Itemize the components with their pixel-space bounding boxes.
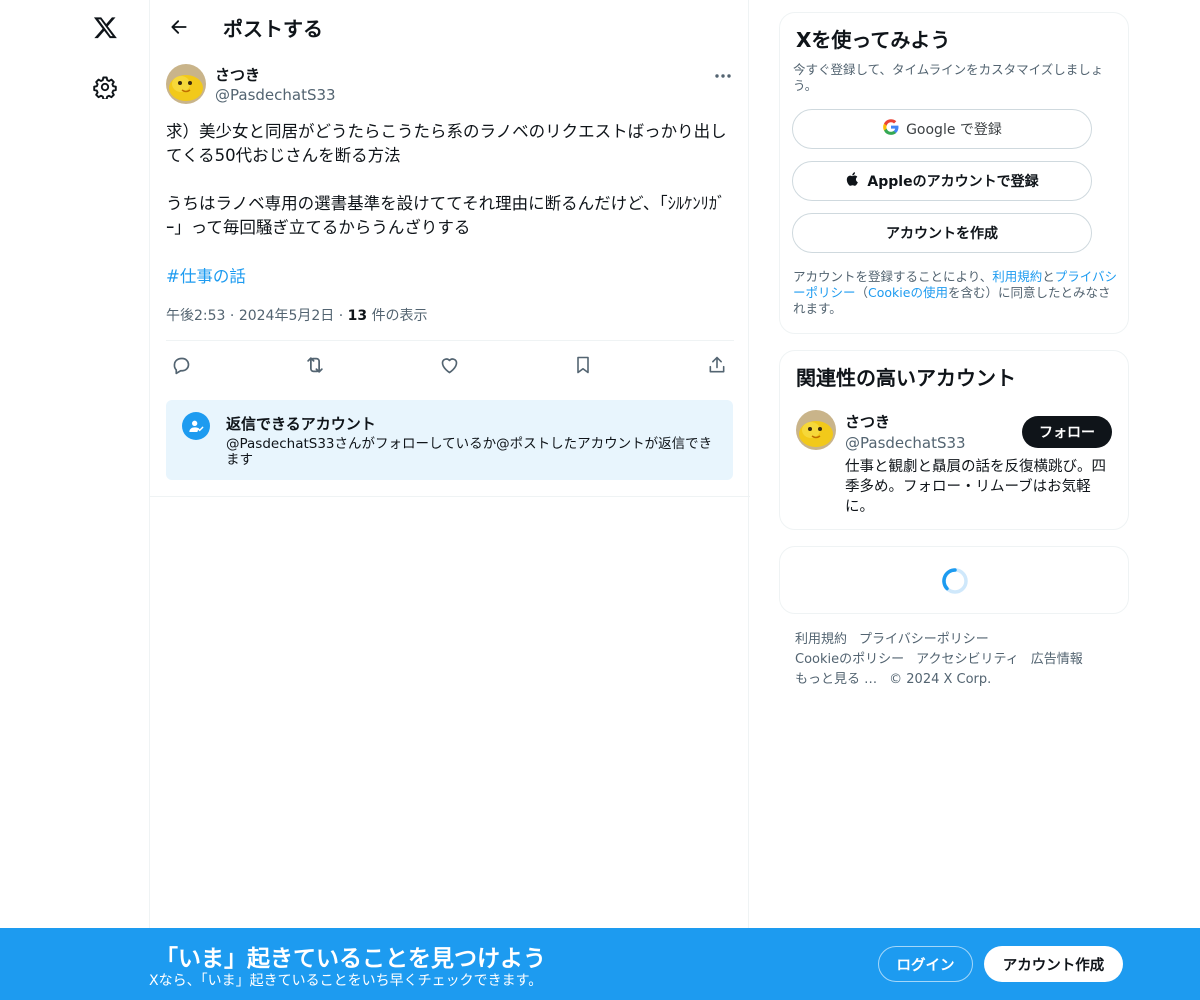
main-column: ポストする さつき @PasdechatS33 求）美少女と同居がどうたらこうた…: [149, 0, 750, 1000]
meta-separator: ·: [338, 308, 344, 324]
x-logo-icon[interactable]: [86, 8, 124, 46]
arrow-left-icon[interactable]: [162, 10, 196, 44]
legal-text: （: [855, 285, 869, 300]
like-icon[interactable]: [436, 352, 462, 378]
divider: [150, 496, 750, 497]
loading-spinner-icon: [941, 567, 969, 595]
related-account-bio: 仕事と観劇と贔屓の話を反復横跳び。四季多め。フォロー・リムーブはお気軽に。: [845, 459, 1106, 515]
banner-subtitle: Xなら、「いま」起きていることをいち早くチェックできます。: [149, 973, 543, 989]
bottom-signup-banner: 「いま」起きていることを見つけよう Xなら、「いま」起きていることをいち早くチェ…: [0, 928, 1200, 1000]
follow-button[interactable]: フォロー: [1022, 416, 1112, 448]
footer-more-link[interactable]: もっと見る …: [795, 672, 877, 687]
author-name[interactable]: さつき: [215, 64, 260, 85]
login-button[interactable]: ログイン: [878, 946, 973, 982]
share-icon[interactable]: [704, 352, 730, 378]
footer-links: 利用規約 プライバシーポリシー Cookieのポリシー アクセシビリティ 広告情報 も…: [795, 630, 1125, 690]
legal-text: アカウントを登録することにより、: [793, 269, 993, 284]
apple-icon: [845, 170, 861, 192]
signup-title: Xを使ってみよう: [796, 28, 951, 52]
signup-subtitle: 今すぐ登録して、タイムラインをカスタマイズしましょう。: [793, 62, 1104, 93]
footer-cookie-link[interactable]: Cookieのポリシー: [795, 652, 904, 667]
apple-signup-label: Appleのアカウントで登録: [867, 174, 1039, 190]
apple-signup-button[interactable]: Appleのアカウントで登録: [792, 161, 1092, 201]
repost-icon[interactable]: [302, 352, 328, 378]
meta-separator: ·: [229, 308, 235, 324]
footer-ads-link[interactable]: 広告情報: [1031, 652, 1083, 667]
google-signup-label: Google で登録: [906, 122, 1002, 138]
post-paragraph: 求）美少女と同居がどうたらこうたら系のラノベのリクエストばっかり出してくる50代…: [166, 122, 727, 165]
reply-icon[interactable]: [168, 352, 194, 378]
bookmark-icon[interactable]: [570, 352, 596, 378]
user-check-icon: [182, 412, 210, 440]
left-nav: [0, 0, 150, 1000]
divider: [166, 340, 734, 341]
footer-accessibility-link[interactable]: アクセシビリティ: [916, 652, 1019, 667]
views-count: 13: [347, 308, 368, 324]
google-icon: [882, 118, 900, 140]
cookie-link[interactable]: Cookieの使用: [868, 285, 948, 300]
views-label: 件の表示: [371, 308, 428, 324]
banner-title: 「いま」起きていることを見つけよう: [155, 946, 546, 972]
more-icon[interactable]: [710, 66, 736, 86]
loading-card: [779, 546, 1129, 614]
footer-privacy-link[interactable]: プライバシーポリシー: [859, 632, 989, 647]
legal-notice: アカウントを登録することにより、利用規約とプライバシーポリシー（Cookieの使…: [793, 269, 1118, 317]
banner-create-account-button[interactable]: アカウント作成: [984, 946, 1123, 982]
related-accounts-title: 関連性の高いアカウント: [796, 366, 1016, 390]
post-time[interactable]: 午後2:53: [166, 308, 225, 324]
legal-text: と: [1042, 269, 1055, 284]
reply-restriction-notice: 返信できるアカウント @PasdechatS33さんがフォローしているか@ポスト…: [166, 400, 733, 480]
reply-restriction-description: @PasdechatS33さんがフォローしているか@ポストしたアカウントが返信で…: [226, 436, 713, 468]
footer-terms-link[interactable]: 利用規約: [795, 632, 847, 647]
related-account-name[interactable]: さつき: [845, 411, 890, 432]
post-paragraph: うちはラノベ専用の選書基準を設けててそれ理由に断るんだけど、「ｼﾙｹﾝﾘｶﾞｰ」…: [166, 194, 726, 237]
create-account-label: アカウントを作成: [886, 226, 998, 242]
reply-restriction-title: 返信できるアカウント: [226, 415, 376, 433]
google-signup-button[interactable]: Google で登録: [792, 109, 1092, 149]
related-accounts-card: 関連性の高いアカウント さつき @PasdechatS33 フォロー 仕事と観劇…: [779, 350, 1129, 530]
terms-link[interactable]: 利用規約: [992, 269, 1042, 284]
post-date[interactable]: 2024年5月2日: [239, 308, 334, 324]
hashtag-link[interactable]: #仕事の話: [166, 263, 246, 287]
signup-card: Xを使ってみよう 今すぐ登録して、タイムラインをカスタマイズしましょう。 Goo…: [779, 12, 1129, 334]
copyright: © 2024 X Corp.: [889, 672, 992, 687]
create-account-button[interactable]: アカウントを作成: [792, 213, 1092, 253]
author-handle[interactable]: @PasdechatS33: [215, 86, 336, 104]
avatar[interactable]: [796, 410, 836, 450]
post-meta: 午後2:53 · 2024年5月2日 · 13 件の表示: [166, 305, 428, 325]
action-bar: [166, 350, 734, 378]
page-title: ポストする: [223, 17, 323, 41]
gear-icon[interactable]: [87, 69, 123, 105]
avatar[interactable]: [166, 64, 206, 104]
related-account-handle[interactable]: @PasdechatS33: [845, 434, 966, 452]
top-bar: ポストする: [150, 0, 750, 53]
post-text: 求）美少女と同居がどうたらこうたら系のラノベのリクエストばっかり出してくる50代…: [166, 120, 734, 240]
